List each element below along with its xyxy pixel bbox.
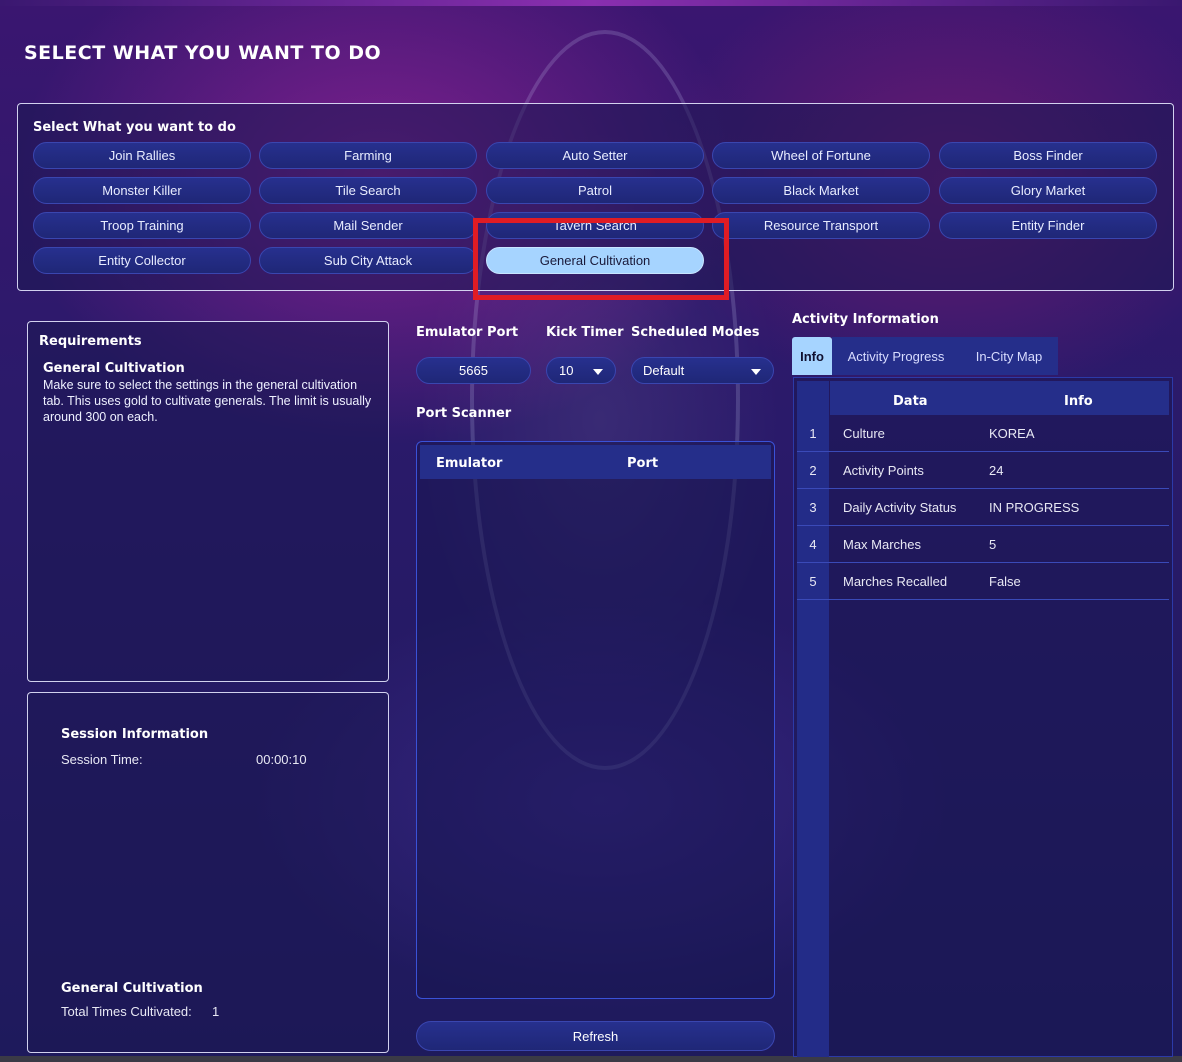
requirements-subtitle: General Cultivation	[43, 361, 185, 376]
emulator-port-value: 5665	[459, 363, 488, 378]
scheduled-modes-select[interactable]: Default	[631, 357, 774, 384]
port-scanner-label: Port Scanner	[416, 406, 512, 421]
column-header-port: Port	[627, 456, 659, 471]
mode-button-farming[interactable]: Farming	[259, 142, 477, 169]
row-index: 5	[809, 574, 817, 589]
mode-button-mail-sender[interactable]: Mail Sender	[259, 212, 477, 239]
column-header-data: Data	[893, 394, 928, 409]
mode-button-tile-search[interactable]: Tile Search	[259, 177, 477, 204]
row-info: False	[989, 574, 1021, 589]
mode-button-wheel-of-fortune[interactable]: Wheel of Fortune	[712, 142, 930, 169]
session-time-label: Session Time:	[61, 752, 143, 767]
row-data: Marches Recalled	[843, 574, 948, 589]
table-row[interactable]: 5 Marches Recalled False	[797, 563, 1169, 600]
mode-button-sub-city-attack[interactable]: Sub City Attack	[259, 247, 477, 274]
table-row[interactable]: 2 Activity Points 24	[797, 452, 1169, 489]
activity-table-header: Data Info	[830, 381, 1169, 415]
mode-button-boss-finder[interactable]: Boss Finder	[939, 142, 1157, 169]
scheduled-modes-label: Scheduled Modes	[631, 325, 760, 340]
activity-title: Activity Information	[792, 312, 939, 327]
mode-select-label: Select What you want to do	[33, 120, 236, 135]
session-title: Session Information	[61, 727, 209, 742]
row-info: 5	[989, 537, 997, 552]
mode-button-entity-collector[interactable]: Entity Collector	[33, 247, 251, 274]
tab-info[interactable]: Info	[792, 337, 832, 375]
port-scanner-table[interactable]: Emulator Port	[416, 441, 775, 999]
row-index: 4	[809, 537, 817, 552]
cultivated-count-value: 1	[212, 1004, 220, 1019]
row-info: IN PROGRESS	[989, 500, 1080, 515]
kick-timer-select[interactable]: 10	[546, 357, 616, 384]
emulator-port-label: Emulator Port	[416, 325, 519, 340]
mode-button-patrol[interactable]: Patrol	[486, 177, 704, 204]
requirements-title: Requirements	[39, 334, 142, 349]
cultivation-title: General Cultivation	[61, 981, 203, 996]
kick-timer-label: Kick Timer	[546, 325, 624, 340]
table-row[interactable]: 1 Culture KOREA	[797, 415, 1169, 452]
row-info: KOREA	[989, 426, 1035, 441]
column-header-info: Info	[1064, 394, 1093, 409]
chevron-down-icon	[751, 369, 761, 375]
tab-in-city-map[interactable]: In-City Map	[960, 337, 1058, 375]
mode-button-entity-finder[interactable]: Entity Finder	[939, 212, 1157, 239]
table-row[interactable]: 3 Daily Activity Status IN PROGRESS	[797, 489, 1169, 526]
emulator-port-input[interactable]: 5665	[416, 357, 531, 384]
row-index: 2	[809, 463, 817, 478]
mode-button-black-market[interactable]: Black Market	[712, 177, 930, 204]
session-panel: Session Information Session Time: 00:00:…	[27, 692, 389, 1053]
mode-button-auto-setter[interactable]: Auto Setter	[486, 142, 704, 169]
mode-button-tavern-search[interactable]: Tavern Search	[486, 212, 704, 239]
scheduled-modes-value: Default	[643, 363, 685, 378]
mode-button-monster-killer[interactable]: Monster Killer	[33, 177, 251, 204]
window-top-edge	[0, 0, 1182, 6]
mode-button-join-rallies[interactable]: Join Rallies	[33, 142, 251, 169]
row-info: 24	[989, 463, 1004, 478]
cultivated-count-label: Total Times Cultivated:	[61, 1004, 192, 1019]
activity-table[interactable]: Data Info 1 Culture KOREA 2 Activity Poi…	[793, 377, 1173, 1057]
refresh-button[interactable]: Refresh	[416, 1021, 775, 1051]
chevron-down-icon	[593, 369, 603, 375]
row-data: Culture	[843, 426, 885, 441]
row-index: 3	[809, 500, 817, 515]
mode-button-general-cultivation[interactable]: General Cultivation	[486, 247, 704, 274]
requirements-text: Make sure to select the settings in the …	[43, 378, 372, 424]
kick-timer-value: 10	[559, 363, 574, 378]
port-scanner-header: Emulator Port	[420, 445, 771, 479]
row-data: Activity Points	[843, 463, 924, 478]
mode-button-troop-training[interactable]: Troop Training	[33, 212, 251, 239]
row-index: 1	[809, 426, 817, 441]
row-data: Daily Activity Status	[843, 500, 957, 515]
tab-activity-progress[interactable]: Activity Progress	[832, 337, 960, 375]
table-row[interactable]: 4 Max Marches 5	[797, 526, 1169, 563]
column-header-emulator: Emulator	[436, 456, 503, 471]
mode-button-glory-market[interactable]: Glory Market	[939, 177, 1157, 204]
requirements-panel: Requirements General Cultivation Make su…	[27, 321, 389, 682]
mode-button-resource-transport[interactable]: Resource Transport	[712, 212, 930, 239]
session-time-value: 00:00:10	[256, 752, 307, 767]
row-data: Max Marches	[843, 537, 922, 552]
page-title: SELECT WHAT YOU WANT TO DO	[24, 42, 382, 64]
